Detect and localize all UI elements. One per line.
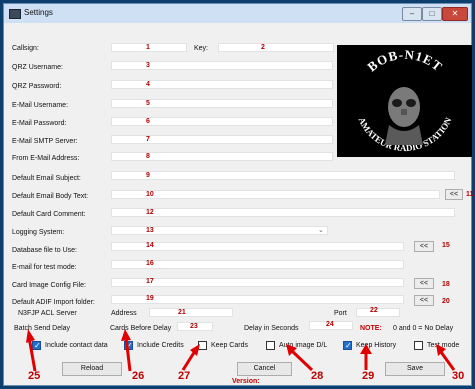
- annotation-number: 23: [190, 323, 198, 330]
- adif-folder-browse-button[interactable]: <<: [414, 295, 434, 306]
- acl-address-label: Address: [111, 310, 137, 317]
- acl-port-label: Port: [334, 310, 347, 317]
- email-subject-field[interactable]: [111, 171, 455, 180]
- annotation-number: 11: [466, 191, 474, 198]
- arrow-icon: [360, 344, 372, 370]
- arrow-icon: [181, 344, 200, 371]
- database-file-field[interactable]: [111, 242, 404, 251]
- email-username-label: E-Mail Username:: [12, 102, 69, 109]
- key-field[interactable]: [218, 43, 334, 52]
- app-icon: [9, 9, 21, 19]
- annotation-number: 2: [261, 44, 265, 51]
- title-bar: Settings – □ ✕: [4, 4, 471, 23]
- auto-image-dl-checkbox[interactable]: [266, 341, 275, 350]
- annotation-number: 21: [178, 309, 186, 316]
- test-email-field[interactable]: [111, 260, 404, 269]
- annotation-number: 1: [146, 44, 150, 51]
- note-text: 0 and 0 = No Delay: [393, 325, 454, 332]
- arrow-icon: [436, 344, 456, 371]
- from-email-label: From E-Mail Address:: [12, 155, 80, 162]
- logging-system-label: Logging System:: [12, 229, 65, 236]
- email-password-label: E-Mail Password:: [12, 120, 67, 127]
- chevron-down-icon[interactable]: ⌄: [318, 227, 324, 235]
- card-comment-field[interactable]: [111, 208, 455, 217]
- qrz-password-label: QRZ Password:: [12, 83, 62, 90]
- key-label: Key:: [194, 45, 209, 52]
- logging-system-select[interactable]: [111, 226, 328, 235]
- card-image-config-browse-button[interactable]: <<: [414, 278, 434, 289]
- annotation-number: 17: [146, 278, 154, 285]
- from-email-field[interactable]: [111, 152, 333, 161]
- email-password-field[interactable]: [111, 117, 333, 126]
- qrz-password-field[interactable]: [111, 80, 333, 89]
- annotation-number: 5: [146, 100, 150, 107]
- annotation-number: 16: [146, 260, 154, 267]
- annotation-number: 14: [146, 242, 154, 249]
- acl-address-field[interactable]: [149, 308, 233, 317]
- annotation-number: 12: [146, 209, 154, 216]
- email-body-label: Default Email Body Text:: [12, 193, 89, 200]
- qrz-username-label: QRZ Username:: [12, 64, 63, 71]
- adif-folder-field[interactable]: [111, 295, 404, 304]
- test-email-label: E-mail for test mode:: [12, 264, 77, 271]
- annotation-number: 3: [146, 62, 150, 69]
- arrow-icon: [26, 329, 37, 372]
- email-smtp-field[interactable]: [111, 135, 333, 144]
- test-mode-checkbox[interactable]: [414, 341, 423, 350]
- station-logo: BOB-N1ET AMATEUR RADIO STATION: [337, 45, 472, 157]
- annotation-number: 9: [146, 172, 150, 179]
- annotation-number: 22: [370, 307, 378, 314]
- keep-cards-label: Keep Cards: [211, 342, 248, 349]
- note-label: NOTE:: [360, 325, 382, 332]
- annotation-number: 19: [146, 295, 154, 302]
- database-file-browse-button[interactable]: <<: [414, 241, 434, 252]
- minimize-icon[interactable]: –: [402, 7, 422, 21]
- callsign-label: Callsign:: [12, 45, 39, 52]
- annotation-number: 10: [146, 191, 154, 198]
- annotation-number: 8: [146, 153, 150, 160]
- window-title: Settings: [24, 8, 53, 17]
- close-icon[interactable]: ✕: [442, 7, 468, 21]
- card-image-config-field[interactable]: [111, 278, 404, 287]
- email-subject-label: Default Email Subject:: [12, 175, 81, 182]
- keep-history-checkbox[interactable]: [343, 341, 352, 350]
- database-file-label: Database file to Use:: [12, 247, 77, 254]
- settings-window: Settings – □ ✕ Callsign: 1 Key: 2 QRZ Us…: [3, 3, 474, 386]
- email-body-browse-button[interactable]: <<: [445, 189, 463, 200]
- include-credits-label: Include Credits: [137, 342, 184, 349]
- annotation-number: 24: [326, 321, 334, 328]
- arrow-icon: [121, 329, 132, 372]
- maximize-icon[interactable]: □: [422, 7, 442, 21]
- acl-server-label: N3FJP ACL Server: [18, 310, 77, 317]
- include-contact-data-label: Include contact data: [45, 342, 108, 349]
- qrz-username-field[interactable]: [111, 61, 333, 70]
- annotation-number: 15: [442, 242, 450, 249]
- annotation-number: 4: [146, 81, 150, 88]
- annotation-number: 7: [146, 136, 150, 143]
- adif-folder-label: Default ADIF Import folder:: [12, 299, 95, 306]
- logo-image: BOB-N1ET AMATEUR RADIO STATION: [357, 47, 454, 153]
- delay-in-seconds-label: Delay in Seconds: [244, 325, 299, 332]
- annotation-number: 20: [442, 298, 450, 305]
- arrow-icon: [286, 344, 314, 372]
- acl-port-field[interactable]: [356, 308, 400, 317]
- card-image-config-label: Card Image Config File:: [12, 282, 86, 289]
- reload-button[interactable]: Reload: [62, 362, 122, 376]
- svg-text:BOB-N1ET: BOB-N1ET: [364, 47, 445, 75]
- email-username-field[interactable]: [111, 99, 333, 108]
- email-smtp-label: E-Mail SMTP Server:: [12, 138, 78, 145]
- annotation-number: 6: [146, 118, 150, 125]
- annotation-number: 18: [442, 281, 450, 288]
- card-comment-label: Default Card Comment:: [12, 211, 86, 218]
- version-label: Version:: [232, 378, 260, 385]
- email-body-field[interactable]: [111, 190, 440, 199]
- annotation-number: 13: [146, 227, 154, 234]
